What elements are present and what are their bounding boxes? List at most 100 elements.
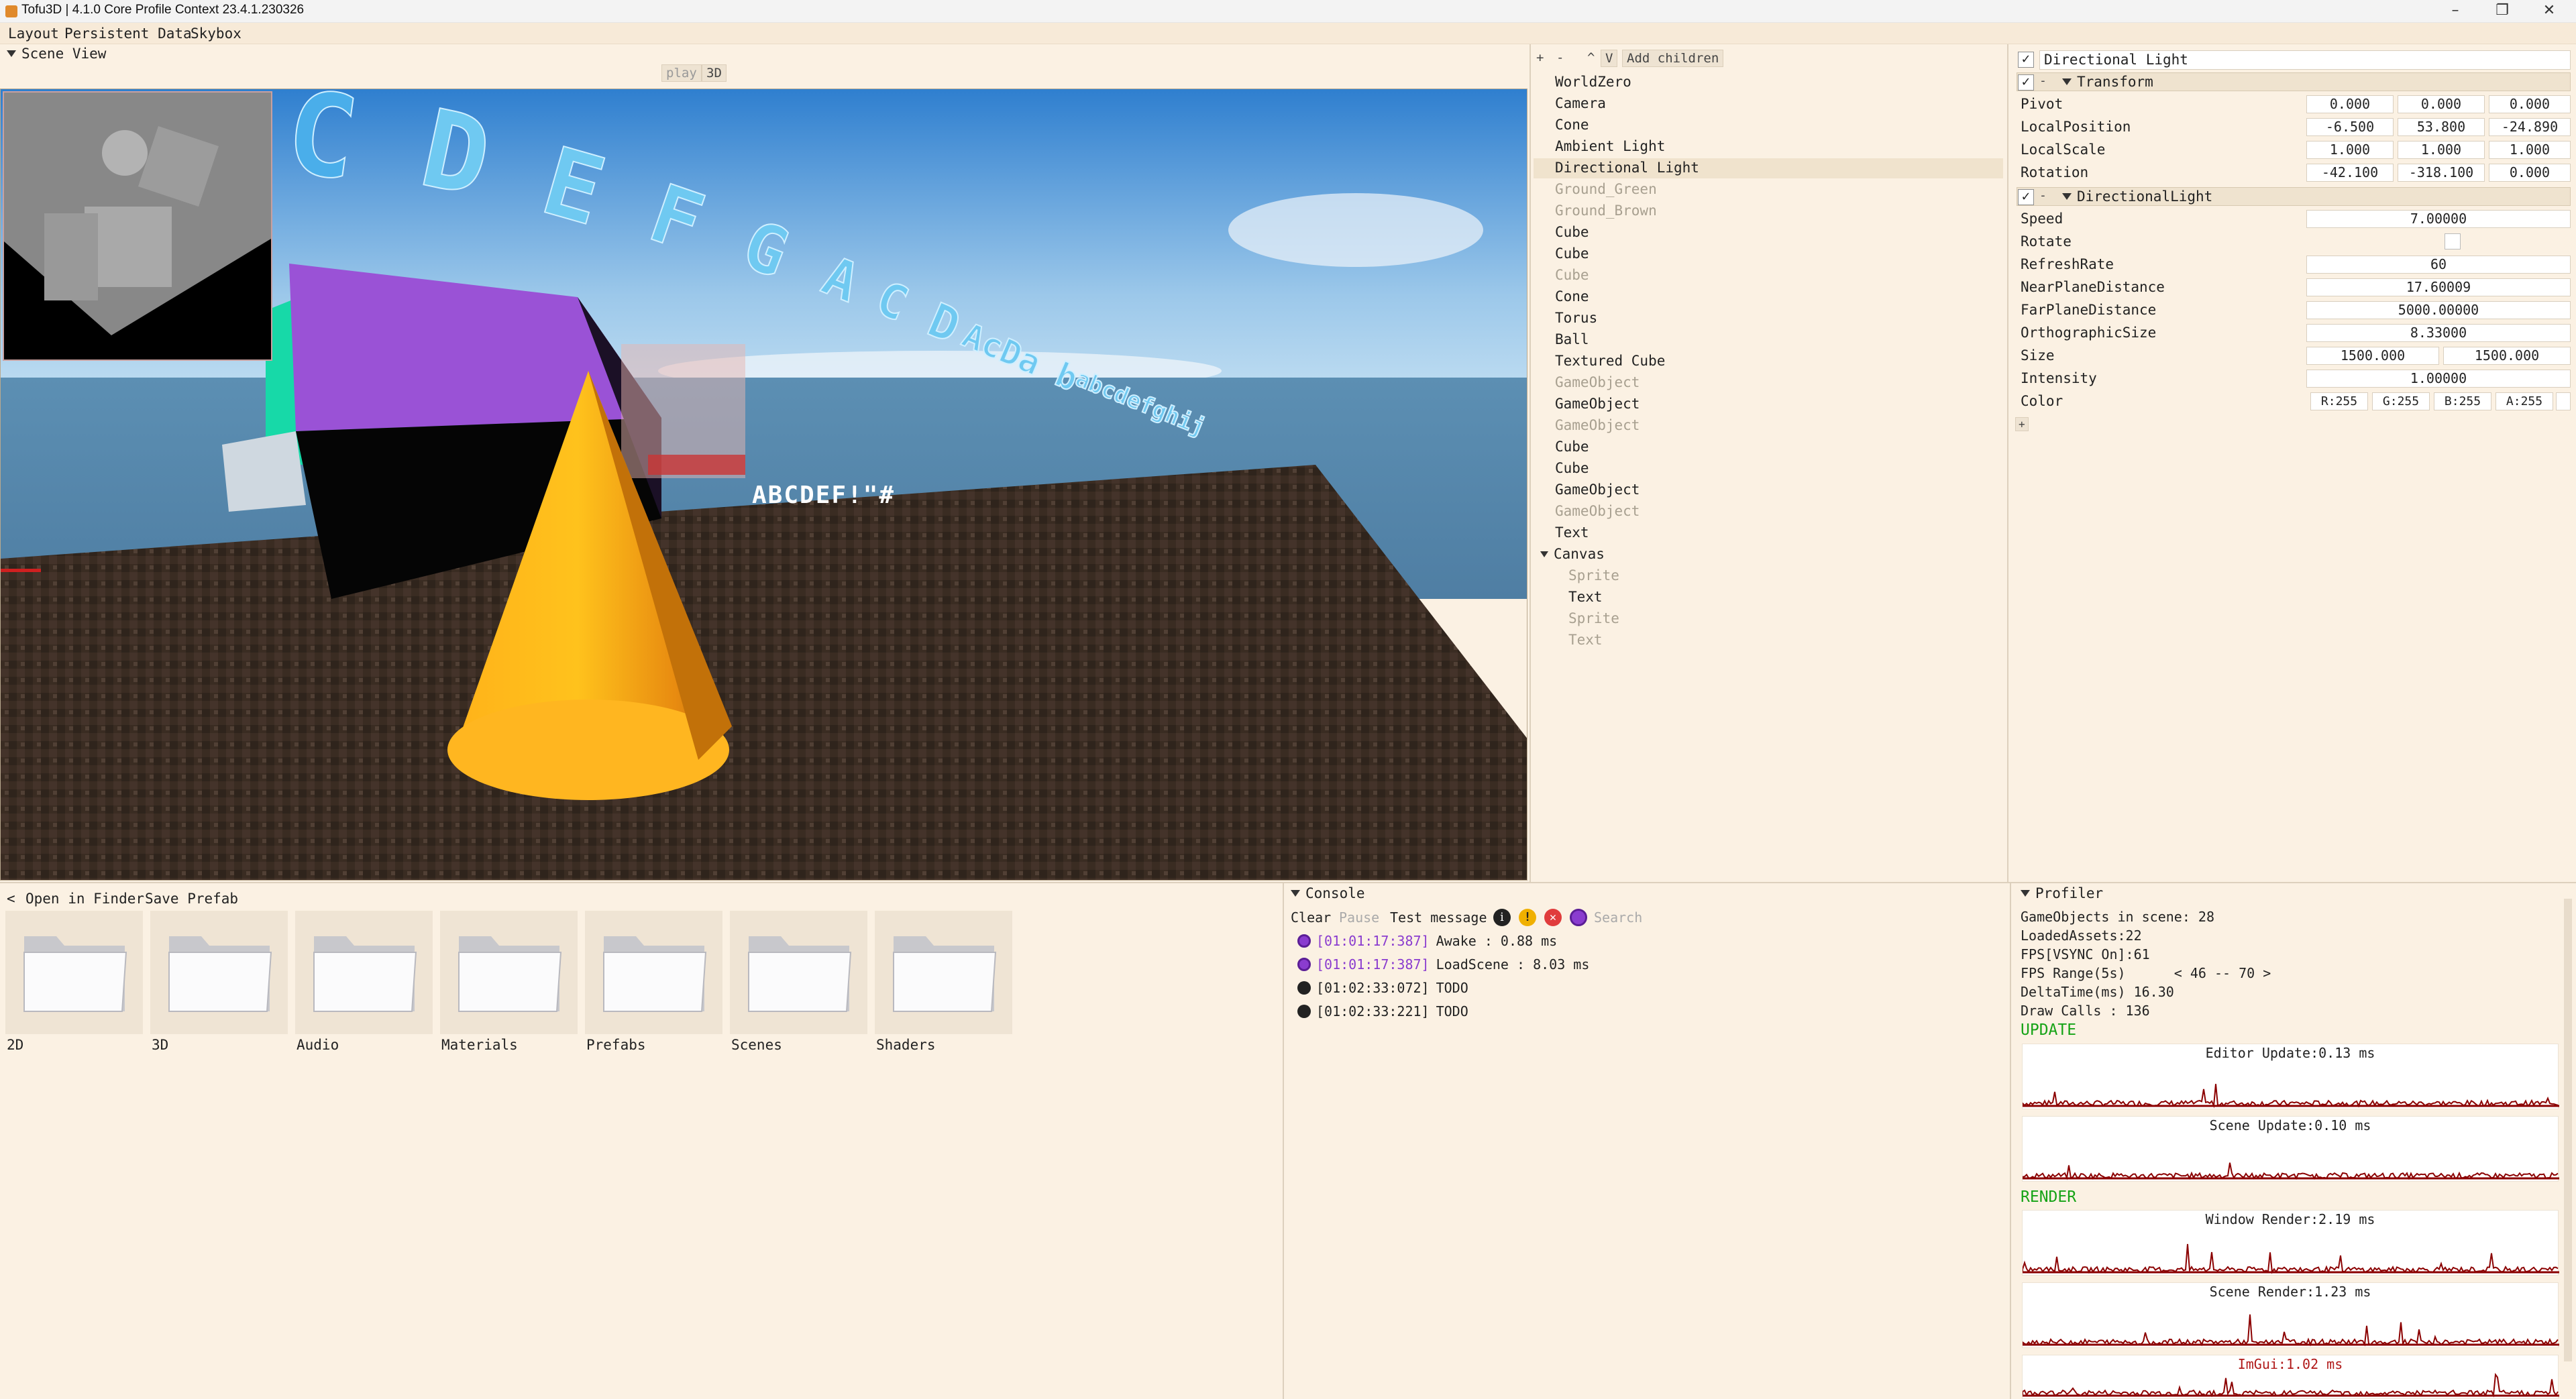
restore-button[interactable]: ❐ [2479,0,2526,23]
object-name-field[interactable]: Directional Light [2039,50,2571,70]
hierarchy-item-canvas[interactable]: Canvas [1540,546,1605,562]
hierarchy-item[interactable]: Sprite [1568,567,1619,583]
speed-field[interactable]: 7.00000 [2306,210,2571,228]
hierarchy-item[interactable]: Textured Cube [1555,353,1665,369]
console-search-input[interactable]: Search [1594,908,1929,927]
console-pause-button[interactable]: Pause [1339,909,1379,926]
hierarchy-item[interactable]: Camera [1555,95,1606,111]
move-down-button[interactable]: V [1601,50,1618,67]
profiler-scrollbar[interactable] [2564,899,2572,1361]
test-message-button[interactable]: Test message [1390,909,1487,926]
transform-enabled-checkbox[interactable]: ✓ [2018,74,2034,91]
size-y-field[interactable]: 1500.000 [2443,347,2571,365]
hierarchy-item[interactable]: Text [1568,632,1603,648]
hierarchy-item[interactable]: Ground_Brown [1555,203,1657,219]
hierarchy-item[interactable]: Cube [1555,267,1589,283]
console-log-row[interactable]: [01:02:33:221] TODO [1297,1003,1468,1019]
asset-folder[interactable] [875,911,1012,1034]
asset-folder[interactable] [295,911,433,1034]
save-prefab-button[interactable]: Save Prefab [145,891,238,907]
minimize-button[interactable]: – [2432,0,2479,23]
rotation-x-field[interactable]: -42.100 [2306,164,2394,182]
rotate-checkbox[interactable] [2445,233,2461,249]
rotation-y-field[interactable]: -318.100 [2398,164,2485,182]
hierarchy-item[interactable]: Text [1568,589,1603,605]
hierarchy-item[interactable]: Torus [1555,310,1597,326]
hierarchy-item-selected[interactable]: Directional Light [1555,160,1699,176]
asset-folder[interactable] [5,911,143,1034]
hierarchy-item[interactable]: Text [1555,524,1589,541]
scene-viewport[interactable]: C D E F G A C D AcDa b abcdefghij ABCDEF… [0,89,1527,881]
hierarchy-item[interactable]: GameObject [1555,482,1640,498]
color-swatch[interactable] [2556,392,2571,410]
local-position-z-field[interactable]: -24.890 [2489,118,2571,136]
profiler-header[interactable]: Profiler [2021,885,2103,901]
hierarchy-item[interactable]: WorldZero [1555,74,1631,90]
error-filter-icon[interactable]: ✕ [1544,909,1562,926]
hierarchy-item[interactable]: Cube [1555,460,1589,476]
hierarchy-item[interactable]: Cube [1555,224,1589,240]
hierarchy-item[interactable]: GameObject [1555,503,1640,519]
pivot-x-field[interactable]: 0.000 [2306,95,2394,113]
size-x-field[interactable]: 1500.000 [2306,347,2439,365]
asset-folder[interactable] [150,911,288,1034]
asset-folder[interactable] [440,911,578,1034]
console-log-row[interactable]: [01:01:17:387] LoadScene : 8.03 ms [1297,956,1589,972]
close-window-button[interactable]: ✕ [2526,0,2573,23]
directional-light-remove-button[interactable]: - [2039,188,2047,203]
hierarchy-item[interactable]: Cone [1555,288,1589,304]
hierarchy-item[interactable]: Ambient Light [1555,138,1665,154]
refresh-rate-field[interactable]: 60 [2306,256,2571,274]
hierarchy-item[interactable]: GameObject [1555,417,1640,433]
color-b-field[interactable]: B:255 [2434,392,2491,410]
scene-view-header[interactable]: Scene View [7,46,106,62]
menu-layout[interactable]: Layout [8,25,59,42]
mode-3d-button[interactable]: 3D [702,64,727,82]
menu-skybox[interactable]: Skybox [191,25,241,42]
hierarchy-item[interactable]: Ground_Green [1555,181,1657,197]
transform-remove-button[interactable]: - [2039,74,2047,88]
hierarchy-item[interactable]: GameObject [1555,374,1640,390]
hierarchy-item[interactable]: Sprite [1568,610,1619,626]
hierarchy-item[interactable]: Ball [1555,331,1589,347]
object-enabled-checkbox[interactable]: ✓ [2018,52,2034,68]
hierarchy-item[interactable]: GameObject [1555,396,1640,412]
console-log-row[interactable]: [01:01:17:387] Awake : 0.88 ms [1297,933,1557,949]
local-position-y-field[interactable]: 53.800 [2398,118,2485,136]
intensity-field[interactable]: 1.00000 [2306,370,2571,388]
color-g-field[interactable]: G:255 [2372,392,2430,410]
asset-folder[interactable] [585,911,722,1034]
near-plane-field[interactable]: 17.60009 [2306,278,2571,296]
pivot-y-field[interactable]: 0.000 [2398,95,2485,113]
menu-persistent-data[interactable]: Persistent Data [64,25,192,42]
color-a-field[interactable]: A:255 [2496,392,2553,410]
add-children-button[interactable]: Add children [1622,50,1724,67]
local-scale-z-field[interactable]: 1.000 [2489,141,2571,159]
timer-filter-icon[interactable] [1570,909,1587,926]
console-log-row[interactable]: [01:02:33:072] TODO [1297,980,1468,996]
open-in-finder-button[interactable]: Open in Finder [25,891,144,907]
local-scale-y-field[interactable]: 1.000 [2398,141,2485,159]
ortho-size-field[interactable]: 8.33000 [2306,324,2571,342]
asset-folder[interactable] [730,911,867,1034]
warning-filter-icon[interactable]: ! [1519,909,1536,926]
info-filter-icon[interactable]: i [1493,909,1511,926]
console-header[interactable]: Console [1291,885,1365,901]
pivot-z-field[interactable]: 0.000 [2489,95,2571,113]
hierarchy-item[interactable]: Cube [1555,439,1589,455]
add-object-button[interactable]: + [1532,50,1548,66]
hierarchy-item[interactable]: Cone [1555,117,1589,133]
local-position-x-field[interactable]: -6.500 [2306,118,2394,136]
directional-light-enabled-checkbox[interactable]: ✓ [2018,189,2034,205]
color-r-field[interactable]: R:255 [2310,392,2368,410]
local-scale-x-field[interactable]: 1.000 [2306,141,2394,159]
move-up-button[interactable]: ^ [1583,50,1599,66]
hierarchy-item[interactable]: Cube [1555,245,1589,262]
console-clear-button[interactable]: Clear [1291,909,1331,926]
assets-back-button[interactable]: < [7,891,15,907]
far-plane-field[interactable]: 5000.00000 [2306,301,2571,319]
add-component-button[interactable]: + [2015,417,2029,431]
remove-object-button[interactable]: - [1552,50,1568,66]
play-button[interactable]: play [661,64,702,82]
rotation-z-field[interactable]: 0.000 [2489,164,2571,182]
